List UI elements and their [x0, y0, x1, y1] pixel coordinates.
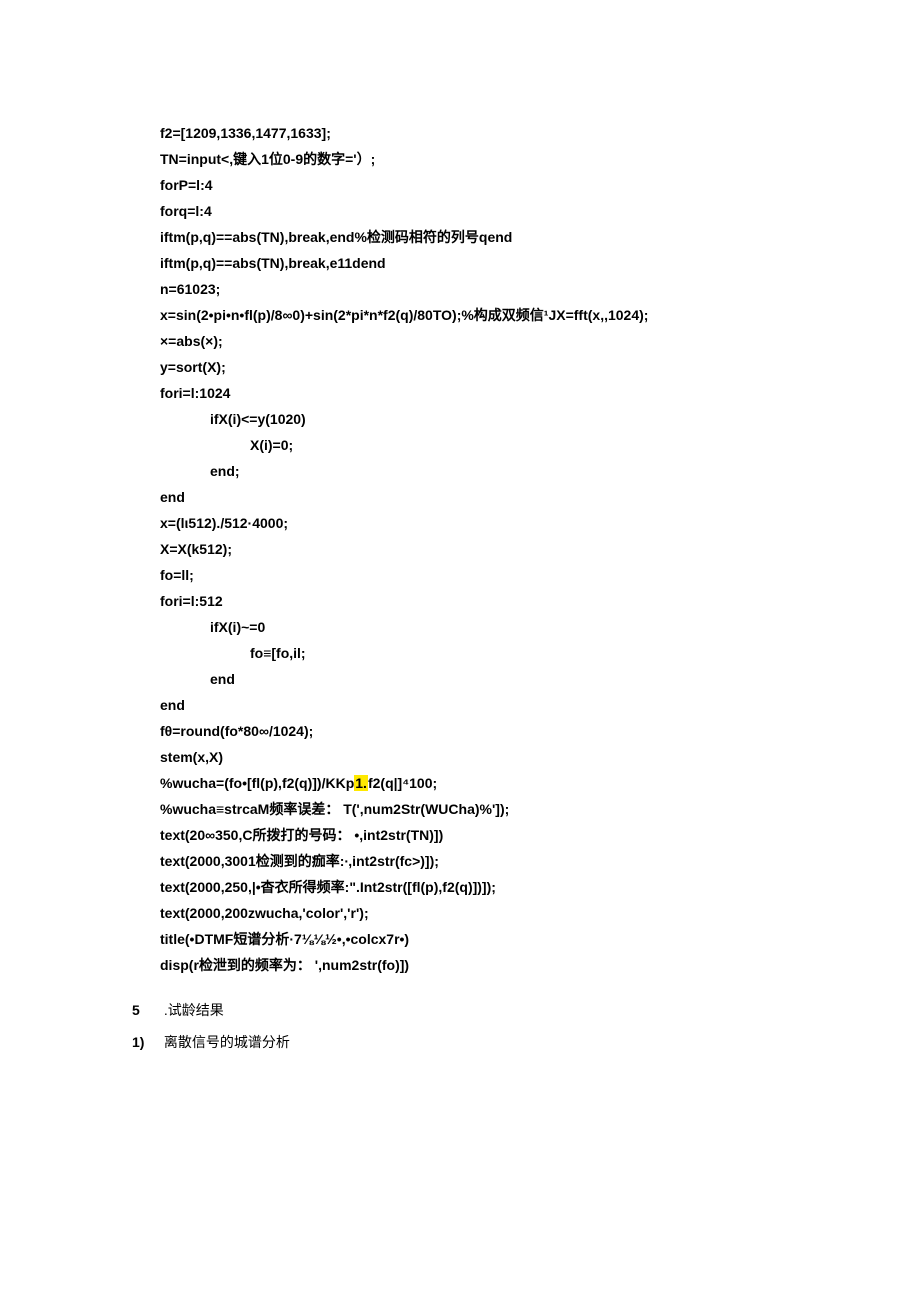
- code-line: text(2000,3001检测到的痂率:∙,int2str(fc>)]);: [160, 848, 860, 874]
- code-line: fori=l:512: [160, 588, 860, 614]
- code-line: ifX(i)<=y(1020): [160, 406, 860, 432]
- code-line: text(2000,200zwucha,'color','r');: [160, 900, 860, 926]
- section-number: 1): [132, 1028, 160, 1056]
- code-line: x=sin(2•pi•n•fl(p)/8∞0)+sin(2*pi*n*f2(q)…: [160, 302, 860, 328]
- code-line: end;: [160, 458, 860, 484]
- document-page: f2=[1209,1336,1477,1633]; TN=input<,键入1位…: [0, 0, 920, 1156]
- code-line: %wucha≡strcaM频率误差： T(',num2Str(WUCha)%']…: [160, 796, 860, 822]
- code-line: end: [160, 666, 860, 692]
- code-line: X(i)=0;: [160, 432, 860, 458]
- code-line: forq=l:4: [160, 198, 860, 224]
- code-text: f2(q|]⁴100;: [368, 775, 437, 791]
- code-text: %wucha=(fo•[fl(p),f2(q)])/KKp: [160, 775, 354, 791]
- code-line: fo≡[fo,il;: [160, 640, 860, 666]
- code-line: X=X(k512);: [160, 536, 860, 562]
- section-number: 5: [132, 996, 160, 1024]
- code-line: iftm(p,q)==abs(TN),break,e11dend: [160, 250, 860, 276]
- code-line: f2=[1209,1336,1477,1633];: [160, 120, 860, 146]
- code-line-with-highlight: %wucha=(fo•[fl(p),f2(q)])/KKp1.f2(q|]⁴10…: [160, 770, 860, 796]
- code-line: ifX(i)~=0: [160, 614, 860, 640]
- code-line: end: [160, 484, 860, 510]
- code-line: fθ=round(fo*80∞/1024);: [160, 718, 860, 744]
- code-line: TN=input<,键入1位0-9的数字='）;: [160, 146, 860, 172]
- highlight-text: 1.: [354, 775, 368, 791]
- code-line: end: [160, 692, 860, 718]
- section-text: 离散信号的城谱分析: [160, 1034, 290, 1050]
- code-line: text(2000,250,|•杳衣所得频率:".Int2str([fl(p),…: [160, 874, 860, 900]
- section-heading: 5 .试龄结果: [132, 996, 860, 1024]
- code-line: n=61023;: [160, 276, 860, 302]
- code-line: forP=l:4: [160, 172, 860, 198]
- section-text: .试龄结果: [160, 1002, 224, 1018]
- code-line: ×=abs(×);: [160, 328, 860, 354]
- code-line: iftm(p,q)==abs(TN),break,end%检测码相符的列号qen…: [160, 224, 860, 250]
- section-heading: 1) 离散信号的城谱分析: [132, 1028, 860, 1056]
- code-line: stem(x,X): [160, 744, 860, 770]
- code-line: fori=l:1024: [160, 380, 860, 406]
- code-line: text(20∞350,C所拨打的号码： •,int2str(TN)]): [160, 822, 860, 848]
- code-line: title(•DTMF短谱分析·7⅛⅛½•,•colcx7r•): [160, 926, 860, 952]
- code-line: disp(r检泄到的频率为： ',num2str(fo)]): [160, 952, 860, 978]
- code-line: x=(lι512)./512·4000;: [160, 510, 860, 536]
- code-line: fo=ll;: [160, 562, 860, 588]
- code-line: y=sort(X);: [160, 354, 860, 380]
